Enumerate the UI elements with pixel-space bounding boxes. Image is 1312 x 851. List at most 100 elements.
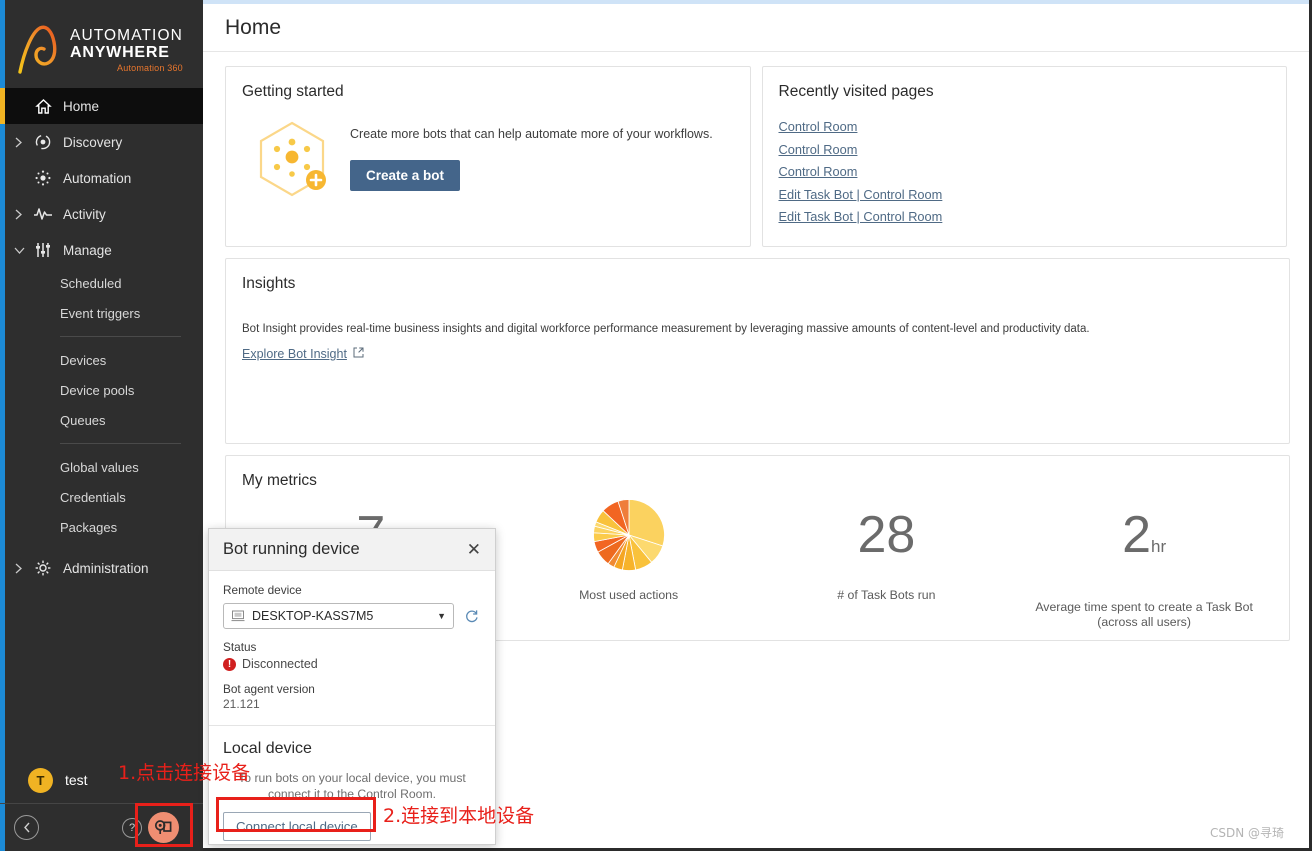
sidebar-item-label: Administration [63,560,149,576]
bot-running-device-dialog: Bot running device ✕ Remote device DESKT… [208,528,496,845]
discovery-icon [30,133,56,151]
sidebar-item-global-values[interactable]: Global values [0,452,203,482]
sidebar-item-devices[interactable]: Devices [0,345,203,375]
local-device-title: Local device [223,740,312,757]
getting-started-content: Create more bots that can help automate … [350,117,713,191]
caret-down-icon[interactable]: ▼ [437,611,446,621]
sidebar-item-credentials[interactable]: Credentials [0,482,203,512]
gear-icon [30,559,56,577]
getting-started-description: Create more bots that can help automate … [350,127,713,141]
watermark: CSDN @寻琦 [1209,826,1284,840]
recent-links-list: Control Room Control Room Control Room E… [779,119,1271,224]
chevron-right-icon[interactable] [14,563,30,574]
sidebar-item-packages[interactable]: Packages [0,512,203,542]
close-icon[interactable]: ✕ [467,541,481,558]
list-item[interactable]: Control Room [779,142,858,157]
metric-value: 28 [857,506,916,564]
activity-icon [30,206,56,222]
sidebar-item-discovery[interactable]: Discovery [0,124,203,160]
pie-chart [592,499,666,571]
automation-icon [30,169,56,187]
brand-line-3: Automation 360 [117,63,183,73]
insights-card: Insights Bot Insight provides real-time … [225,258,1290,444]
card-title: Getting started [242,83,344,100]
manage-icon [30,241,56,259]
avatar: T [28,767,53,793]
sidebar-item-activity[interactable]: Activity [0,196,203,232]
brand-wordmark: AUTOMATION ANYWHERE Automation 360 [70,27,183,73]
chevron-down-icon[interactable] [14,246,30,255]
insights-description: Bot Insight provides real-time business … [242,323,1090,335]
sidebar-item-label: Home [63,98,100,114]
metric-label: Most used actions [579,588,679,602]
chevron-left-icon[interactable] [14,815,39,840]
metric-average-time: 2hr Average time spent to create a Task … [1015,504,1273,630]
page-title: Home [225,15,282,39]
annotation-step-2: 2.连接到本地设备 [383,805,535,827]
automation-anywhere-logo-icon [14,22,68,78]
remote-device-label: Remote device [223,583,302,597]
bot-device-icon[interactable] [148,812,179,843]
sidebar-item-automation[interactable]: Automation [0,160,203,196]
sidebar-subitem-label: Global values [60,459,139,475]
chevron-right-icon[interactable] [14,209,30,220]
sidebar-item-event-triggers[interactable]: Event triggers [0,298,203,328]
list-item[interactable]: Control Room [779,164,858,179]
sidebar-item-label: Automation [63,170,132,186]
remote-device-value: DESKTOP-KASS7M5 [252,609,374,623]
card-title: Recently visited pages [778,83,934,100]
brand-line-2: ANYWHERE [70,44,170,61]
sidebar-subitem-label: Device pools [60,382,135,398]
sidebar-item-scheduled[interactable]: Scheduled [0,268,203,298]
app-window: AUTOMATION ANYWHERE Automation 360 Home [0,0,1312,851]
sidebar-item-label: Discovery [63,134,123,150]
sidebar-subitem-label: Credentials [60,489,126,505]
create-a-bot-button[interactable]: Create a bot [350,160,461,191]
sidebar-item-label: Manage [63,242,112,258]
dialog-title: Bot running device [223,540,360,558]
brand-logo[interactable]: AUTOMATION ANYWHERE Automation 360 [0,0,203,88]
list-item[interactable]: Control Room [779,119,858,134]
refresh-icon[interactable] [462,607,481,626]
user-name: test [65,772,88,788]
status-label: Status [223,640,257,654]
sidebar-item-device-pools[interactable]: Device pools [0,375,203,405]
remote-device-select[interactable]: DESKTOP-KASS7M5 ▼ [223,603,454,629]
list-item[interactable]: Edit Task Bot | Control Room [779,187,943,202]
card-title: Insights [242,275,296,292]
bot-agent-version-label: Bot agent version [223,682,315,696]
annotation-step-1: 1.点击连接设备 [118,762,251,784]
sidebar-subitem-label: Packages [60,519,118,535]
page-header: Home [203,4,1309,52]
question-mark-icon[interactable]: ? [122,817,142,838]
sidebar-item-queues[interactable]: Queues [0,405,203,435]
bot-agent-version-value: 21.121 [223,697,260,711]
most-used-actions-pie [592,499,665,571]
getting-started-card: Getting started Create more bots that ca… [225,66,751,247]
external-link-icon [353,345,364,363]
sidebar-subitem-label: Devices [60,352,107,368]
metric-number: 2 [1122,506,1152,564]
metric-unit: hr [1151,537,1167,556]
top-card-row: Getting started Create more bots that ca… [225,66,1287,247]
metric-label: # of Task Bots run [837,588,936,602]
brand-line-1: AUTOMATION [70,27,183,44]
chevron-right-icon[interactable] [14,137,30,148]
status-row: ! Disconnected [223,657,481,671]
sidebar-subitem-label: Scheduled [60,275,122,291]
sidebar-item-administration[interactable]: Administration [0,550,203,586]
sidebar-item-home[interactable]: Home [0,88,203,124]
status-badge: Disconnected [242,657,318,671]
sidebar-subitem-label: Event triggers [60,305,141,321]
recently-visited-pages-card: Recently visited pages Control Room Cont… [761,66,1287,247]
computer-icon [231,610,245,622]
sidebar-footer: ? [0,803,203,851]
home-icon [30,98,56,115]
explore-bot-insight-link[interactable]: Explore Bot Insight [242,347,347,361]
sidebar-item-manage[interactable]: Manage [0,232,203,268]
metric-value: 2hr [1122,504,1166,578]
local-device-description: To run bots on your local device, you mu… [238,771,466,801]
connect-local-device-button[interactable]: Connect local device [223,812,371,841]
list-item[interactable]: Edit Task Bot | Control Room [779,209,943,224]
sidebar-subitem-label: Queues [60,412,106,428]
